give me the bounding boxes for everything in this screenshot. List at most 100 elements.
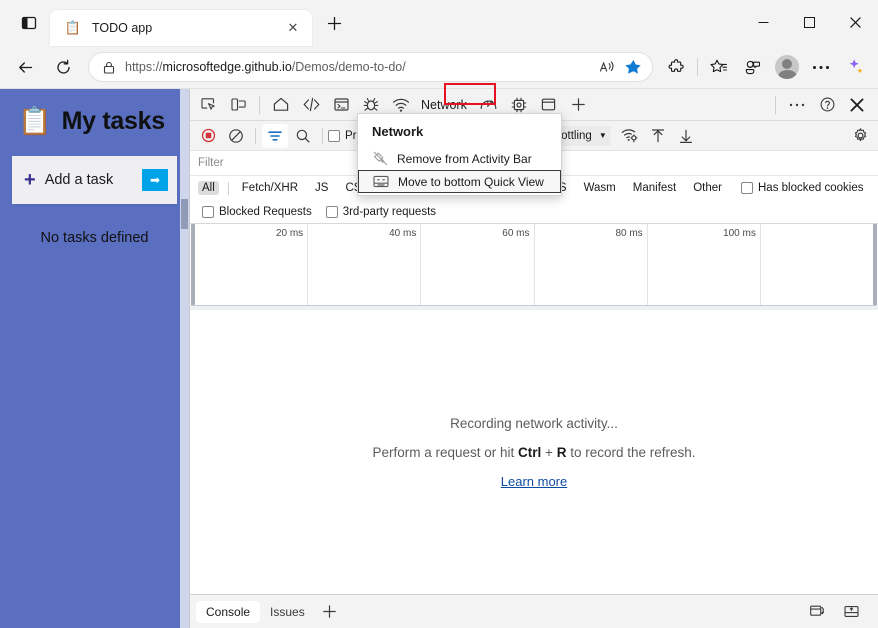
recording-hint-text: Perform a request or hit Ctrl + R to rec… xyxy=(372,445,695,460)
hint-plus: + xyxy=(541,444,557,460)
has-blocked-cookies-checkbox[interactable]: Has blocked cookies xyxy=(741,182,863,194)
clear-icon[interactable] xyxy=(223,124,249,148)
copilot-icon[interactable] xyxy=(839,51,871,83)
read-aloud-icon[interactable] xyxy=(594,55,620,79)
recording-status-text: Recording network activity... xyxy=(450,415,618,431)
url-scheme: https:// xyxy=(125,60,163,74)
third-party-requests-checkbox[interactable]: 3rd-party requests xyxy=(325,205,437,218)
extensions-icon[interactable] xyxy=(660,51,692,83)
welcome-icon[interactable] xyxy=(267,91,295,119)
menu-item-move-to-bottom-quick-view[interactable]: Move to bottom Quick View xyxy=(358,170,561,193)
filter-type-all[interactable]: All xyxy=(198,181,219,195)
filter-type-other[interactable]: Other xyxy=(689,181,726,195)
split-screen-icon[interactable] xyxy=(737,51,769,83)
tab-strip: 📋 TODO app ✕ xyxy=(0,0,878,46)
tab-issues[interactable]: Issues xyxy=(260,601,315,623)
avatar[interactable] xyxy=(771,51,803,83)
timeline-tick-label: 100 ms xyxy=(723,228,756,239)
tab-actions-icon[interactable] xyxy=(12,6,46,40)
url-host: microsoftedge.github.io xyxy=(162,60,292,74)
chevron-down-icon: ▼ xyxy=(598,131,607,140)
unpin-icon xyxy=(371,151,389,166)
page-scrollbar-thumb[interactable] xyxy=(181,199,188,229)
checkbox-box[interactable] xyxy=(325,205,338,218)
learn-more-link[interactable]: Learn more xyxy=(501,474,567,489)
overview-tick-cell: 40 ms xyxy=(308,224,422,305)
close-icon[interactable]: ✕ xyxy=(282,17,304,39)
favorites-icon[interactable] xyxy=(703,51,735,83)
elements-icon[interactable] xyxy=(297,91,325,119)
filter-type-manifest[interactable]: Manifest xyxy=(629,181,680,195)
maximize-icon[interactable] xyxy=(786,0,832,44)
blocked-requests-checkbox[interactable]: Blocked Requests xyxy=(202,205,312,218)
add-task-input[interactable]: + Add a task ➡ xyxy=(12,156,177,204)
filter-type-fetch-xhr[interactable]: Fetch/XHR xyxy=(238,181,302,195)
page-title: 📋 My tasks xyxy=(0,89,189,136)
header-right-divider xyxy=(775,95,776,114)
filter-type-js[interactable]: JS xyxy=(311,181,332,195)
tab-title: TODO app xyxy=(92,20,153,35)
close-devtools-icon[interactable] xyxy=(843,91,871,119)
timeline-tick-label: 80 ms xyxy=(615,228,643,239)
overview-tick-cell: 20 ms xyxy=(195,224,309,305)
add-task-placeholder: Add a task xyxy=(44,172,114,188)
overview-ruler: 20 ms 40 ms 60 ms 80 ms 100 ms xyxy=(195,224,873,305)
back-icon[interactable] xyxy=(8,50,42,84)
browser-window: 📋 TODO app ✕ https://microsoftedge.githu… xyxy=(0,0,878,628)
network-conditions-icon[interactable] xyxy=(617,124,643,148)
more-options-icon[interactable] xyxy=(783,91,811,119)
tab-console[interactable]: Console xyxy=(196,600,261,623)
overview-tick-cell: 80 ms xyxy=(535,224,648,305)
add-task-submit-button[interactable]: ➡ xyxy=(142,169,168,191)
overview-tick-cell xyxy=(761,224,873,305)
overview-right-handle[interactable] xyxy=(873,224,877,305)
search-icon[interactable] xyxy=(290,124,316,148)
minimize-icon[interactable] xyxy=(740,0,786,44)
settings-more-icon[interactable] xyxy=(805,51,837,83)
new-tab-button[interactable] xyxy=(318,7,350,39)
record-icon[interactable] xyxy=(195,124,221,148)
context-menu-title: Network xyxy=(372,124,424,139)
third-party-requests-label: 3rd-party requests xyxy=(342,205,437,218)
overview-tick-cell: 60 ms xyxy=(421,224,535,305)
network-empty-state: Recording network activity... Perform a … xyxy=(190,306,878,594)
checkbox-box[interactable] xyxy=(741,182,753,194)
dock-bottom-icon[interactable] xyxy=(837,598,865,626)
url-path: /Demos/demo-to-do/ xyxy=(291,60,406,74)
checkbox-box[interactable] xyxy=(202,205,214,218)
hint-key-r: R xyxy=(556,444,567,460)
star-filled-icon[interactable] xyxy=(620,55,646,79)
export-har-icon[interactable] xyxy=(673,124,699,148)
page-scrollbar[interactable] xyxy=(180,89,189,628)
reload-icon[interactable] xyxy=(46,50,80,84)
filter-icon[interactable] xyxy=(262,123,288,148)
lock-icon xyxy=(99,61,119,74)
move-to-bottom-icon xyxy=(372,175,390,188)
filter-input[interactable]: Filter xyxy=(198,157,224,169)
network-context-menu: Network Remove from Activity Bar Move to… xyxy=(357,113,562,196)
filter-type-wasm[interactable]: Wasm xyxy=(580,181,620,195)
help-icon[interactable] xyxy=(813,91,841,119)
clipboard-icon: 📋 xyxy=(64,19,82,35)
more-tools-icon[interactable] xyxy=(565,91,593,119)
add-quick-view-tool-icon[interactable] xyxy=(316,598,344,626)
network-overview-timeline[interactable]: 20 ms 40 ms 60 ms 80 ms 100 ms xyxy=(191,224,877,306)
no-tasks-message: No tasks defined xyxy=(40,230,149,246)
checkbox-box[interactable] xyxy=(328,129,340,142)
close-window-icon[interactable] xyxy=(832,0,878,44)
import-har-icon[interactable] xyxy=(645,124,671,148)
navigation-toolbar: https://microsoftedge.github.io/Demos/de… xyxy=(0,46,878,88)
types-divider xyxy=(227,181,229,195)
address-bar[interactable]: https://microsoftedge.github.io/Demos/de… xyxy=(88,52,653,82)
restore-drawer-icon[interactable] xyxy=(803,598,831,626)
hint-suffix: to record the refresh. xyxy=(566,444,696,460)
device-emulation-icon[interactable] xyxy=(224,91,252,119)
menu-item-remove-from-activity-bar[interactable]: Remove from Activity Bar xyxy=(358,147,561,170)
menu-item-label: Move to bottom Quick View xyxy=(398,174,544,189)
console-icon[interactable] xyxy=(327,91,355,119)
gear-icon[interactable] xyxy=(847,124,873,148)
toolbar-divider xyxy=(697,58,698,76)
timeline-tick-label: 20 ms xyxy=(275,228,304,239)
inspect-element-icon[interactable] xyxy=(194,91,222,119)
browser-tab[interactable]: 📋 TODO app ✕ xyxy=(50,9,312,46)
